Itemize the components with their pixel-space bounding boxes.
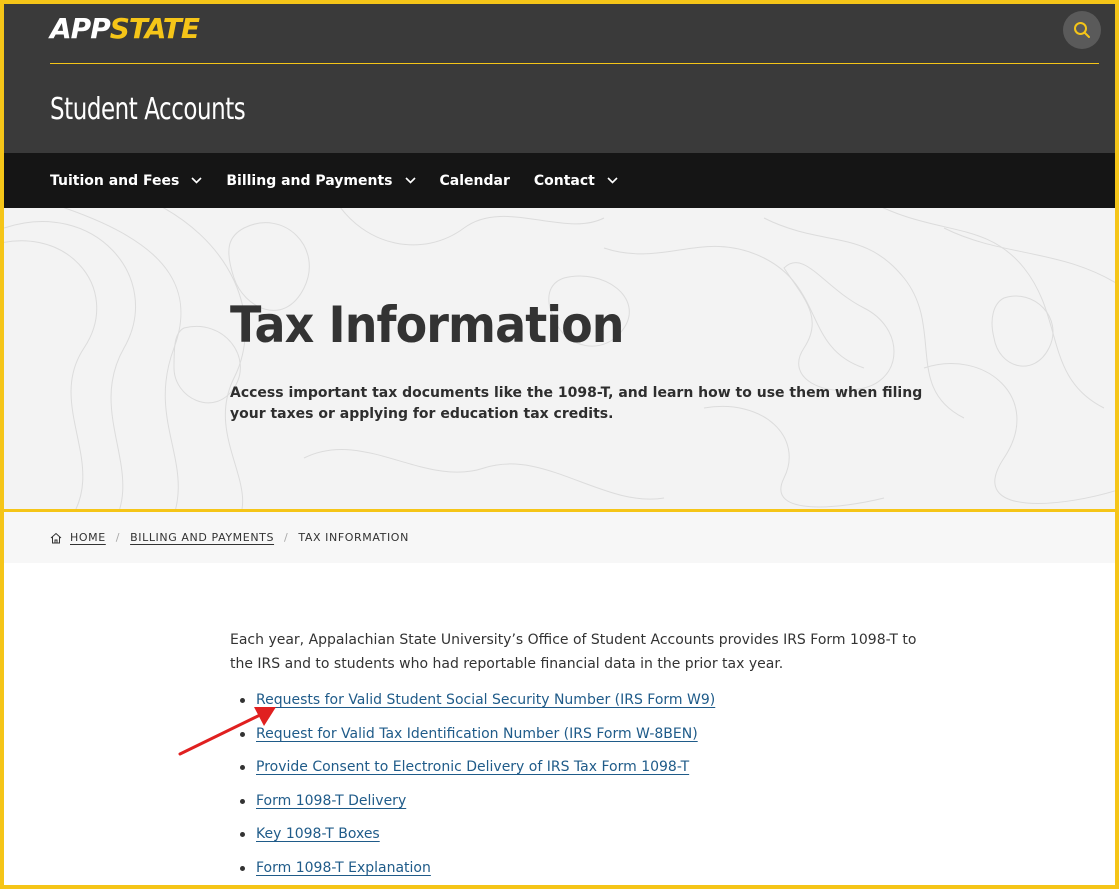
breadcrumb-separator: / bbox=[284, 531, 289, 544]
red-arrow-icon bbox=[178, 707, 276, 756]
header-divider bbox=[50, 63, 1099, 64]
hero-banner: Tax Information Access important tax doc… bbox=[4, 208, 1115, 510]
tax-links-list: Requests for Valid Student Social Securi… bbox=[230, 690, 920, 878]
list-item: Form 1098-T Delivery bbox=[240, 791, 920, 811]
link-key-1098t-boxes[interactable]: Key 1098-T Boxes bbox=[256, 826, 380, 842]
chevron-down-icon bbox=[404, 177, 416, 184]
nav-item-label: Contact bbox=[533, 172, 595, 189]
topographic-background bbox=[4, 208, 1115, 510]
site-title[interactable]: Student Accounts bbox=[50, 92, 246, 127]
intro-paragraph: Each year, Appalachian State University’… bbox=[230, 632, 917, 672]
list-item: Form 1098-T Explanation bbox=[240, 858, 920, 878]
chevron-down-icon bbox=[191, 177, 202, 184]
link-electronic-consent[interactable]: Provide Consent to Electronic Delivery o… bbox=[256, 759, 689, 775]
nav-item-contact[interactable]: Contact bbox=[534, 173, 618, 189]
breadcrumb-home[interactable]: HOME bbox=[70, 531, 106, 544]
logo-state: STATE bbox=[109, 12, 200, 45]
breadcrumb-current: TAX INFORMATION bbox=[298, 531, 409, 544]
nav-item-label: Tuition and Fees bbox=[50, 172, 180, 189]
breadcrumb-billing-and-payments[interactable]: BILLING AND PAYMENTS bbox=[130, 531, 274, 544]
nav-item-calendar[interactable]: Calendar bbox=[440, 173, 510, 189]
breadcrumb: HOME / BILLING AND PAYMENTS / TAX INFORM… bbox=[4, 512, 1115, 563]
link-1098t-explanation[interactable]: Form 1098-T Explanation bbox=[256, 860, 431, 876]
nav-item-billing-and-payments[interactable]: Billing and Payments bbox=[226, 172, 416, 189]
home-icon[interactable] bbox=[50, 532, 62, 544]
list-item: Key 1098-T Boxes bbox=[240, 824, 920, 844]
appstate-logo[interactable]: APPSTATE bbox=[50, 12, 200, 45]
page-title: Tax Information bbox=[230, 296, 625, 354]
breadcrumb-separator: / bbox=[115, 531, 121, 544]
page-description: Access important tax documents like the … bbox=[230, 385, 923, 422]
main-content: Each year, Appalachian State University’… bbox=[230, 628, 920, 885]
link-1098t-delivery[interactable]: Form 1098-T Delivery bbox=[256, 793, 406, 809]
nav-item-label: Billing and Payments bbox=[226, 172, 393, 189]
site-header: APPSTATE Student Accounts bbox=[4, 4, 1115, 153]
nav-item-label: Calendar bbox=[439, 172, 510, 189]
search-button[interactable] bbox=[1063, 11, 1101, 49]
list-item: Request for Valid Tax Identification Num… bbox=[240, 724, 920, 744]
nav-item-tuition-and-fees[interactable]: Tuition and Fees bbox=[50, 173, 202, 189]
logo-app: APP bbox=[50, 12, 111, 45]
page-frame: APPSTATE Student Accounts Tuition and Fe… bbox=[0, 0, 1119, 889]
main-nav: Tuition and Fees Billing and Payments Ca… bbox=[4, 153, 1115, 208]
link-w8ben-request[interactable]: Request for Valid Tax Identification Num… bbox=[256, 726, 698, 742]
list-item: Provide Consent to Electronic Delivery o… bbox=[240, 757, 920, 777]
link-w9-request[interactable]: Requests for Valid Student Social Securi… bbox=[256, 692, 715, 708]
chevron-down-icon bbox=[607, 177, 618, 184]
list-item: Requests for Valid Student Social Securi… bbox=[240, 690, 920, 710]
search-icon bbox=[1074, 22, 1090, 38]
